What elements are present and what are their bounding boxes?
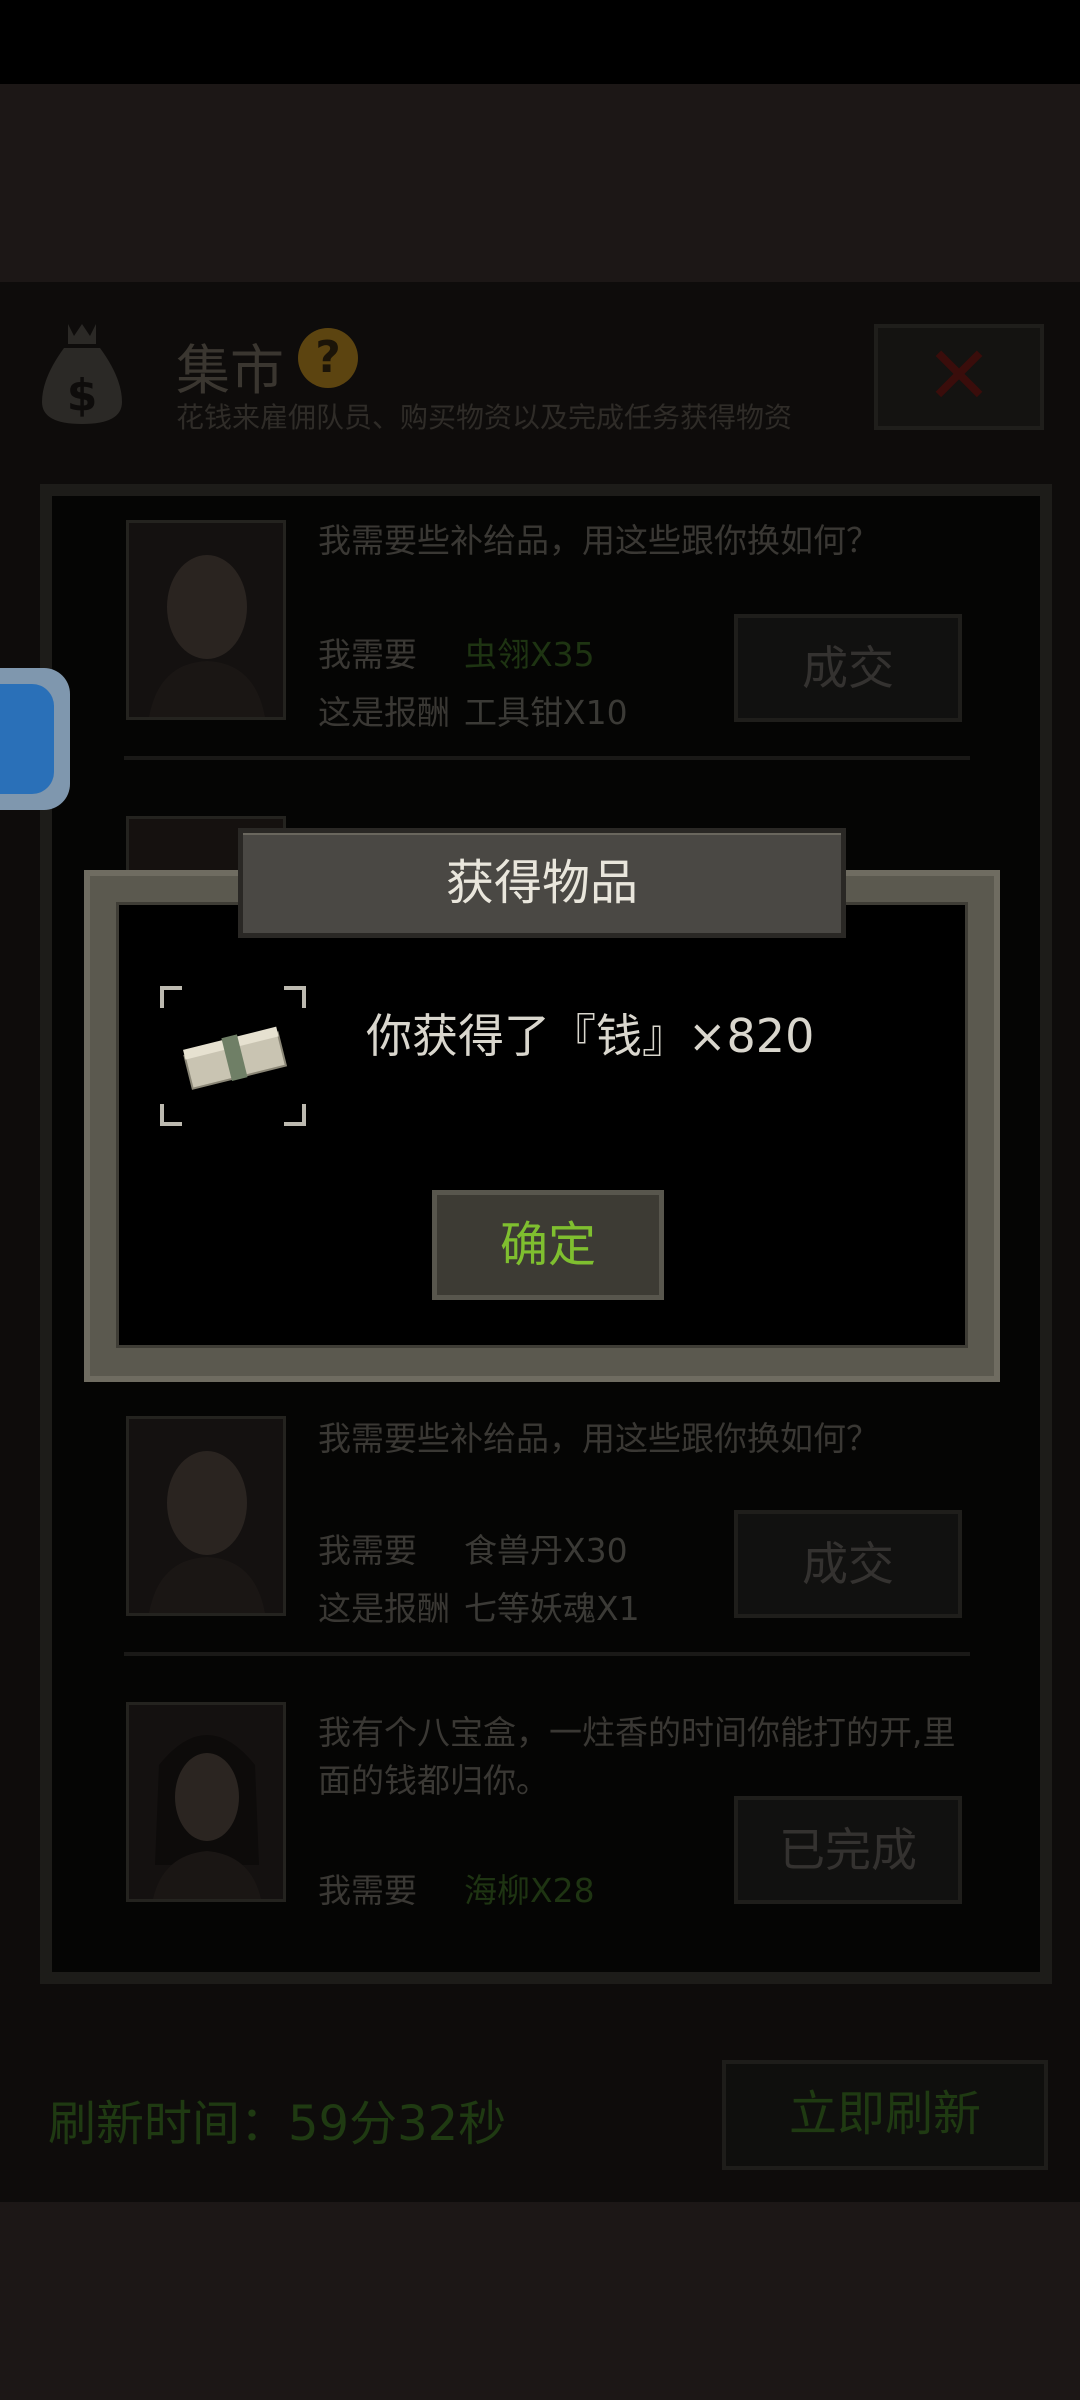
row-divider <box>124 1652 970 1656</box>
page-subtitle: 花钱来雇佣队员、购买物资以及完成任务获得物资 <box>176 401 793 434</box>
reward-item: 工具钳X10 <box>464 693 628 732</box>
status-bar <box>0 0 1080 84</box>
reward-text: 你获得了『钱』×820 <box>366 1009 815 1063</box>
reward-label: 这是报酬 <box>318 693 450 732</box>
row-divider <box>124 756 970 760</box>
need-item: 海柳X28 <box>464 1871 595 1910</box>
npc-portrait <box>126 1416 286 1616</box>
close-button[interactable]: ✕ <box>874 324 1044 430</box>
npc-portrait <box>126 520 286 720</box>
refresh-timer: 刷新时间：59分32秒 <box>48 2096 507 2152</box>
need-label: 我需要 <box>318 1531 417 1570</box>
confirm-button[interactable]: 确定 <box>432 1190 664 1300</box>
trade-message: 我需要些补给品，用这些跟你换如何？ <box>318 1419 879 1458</box>
bottom-dim-band <box>0 2202 1080 2400</box>
top-dim-band <box>0 84 1080 282</box>
completed-button[interactable]: 已完成 <box>734 1796 962 1904</box>
close-icon: ✕ <box>925 329 993 422</box>
assistant-bubble-icon <box>0 684 54 794</box>
help-icon[interactable]: ? <box>298 328 358 388</box>
trade-message: 我有个八宝盒，一炷香的时间你能打的开,里 <box>318 1713 956 1752</box>
money-item-icon <box>160 986 306 1126</box>
need-label: 我需要 <box>318 635 417 674</box>
woman-portrait-icon <box>129 1705 283 1899</box>
deal-button[interactable]: 成交 <box>734 614 962 722</box>
reward-label: 这是报酬 <box>318 1589 450 1628</box>
trade-message: 我需要些补给品，用这些跟你换如何？ <box>318 521 879 560</box>
man-portrait-icon <box>129 1419 283 1613</box>
reward-item: 七等妖魂X1 <box>464 1589 640 1628</box>
page-title: 集市 <box>176 339 284 402</box>
need-item: 食兽丹X30 <box>464 1531 628 1570</box>
need-item: 虫翎X35 <box>464 635 595 674</box>
man-portrait-icon <box>129 523 283 717</box>
npc-portrait <box>126 1702 286 1902</box>
floating-assistant-button[interactable] <box>0 668 70 810</box>
refresh-now-button[interactable]: 立即刷新 <box>722 2060 1048 2170</box>
trade-message-line2: 面的钱都归你。 <box>318 1761 549 1800</box>
svg-text:$: $ <box>67 370 98 421</box>
need-label: 我需要 <box>318 1871 417 1910</box>
dialog-title: 获得物品 <box>445 855 638 911</box>
deal-button[interactable]: 成交 <box>734 1510 962 1618</box>
money-bag-icon: $ <box>42 324 122 424</box>
